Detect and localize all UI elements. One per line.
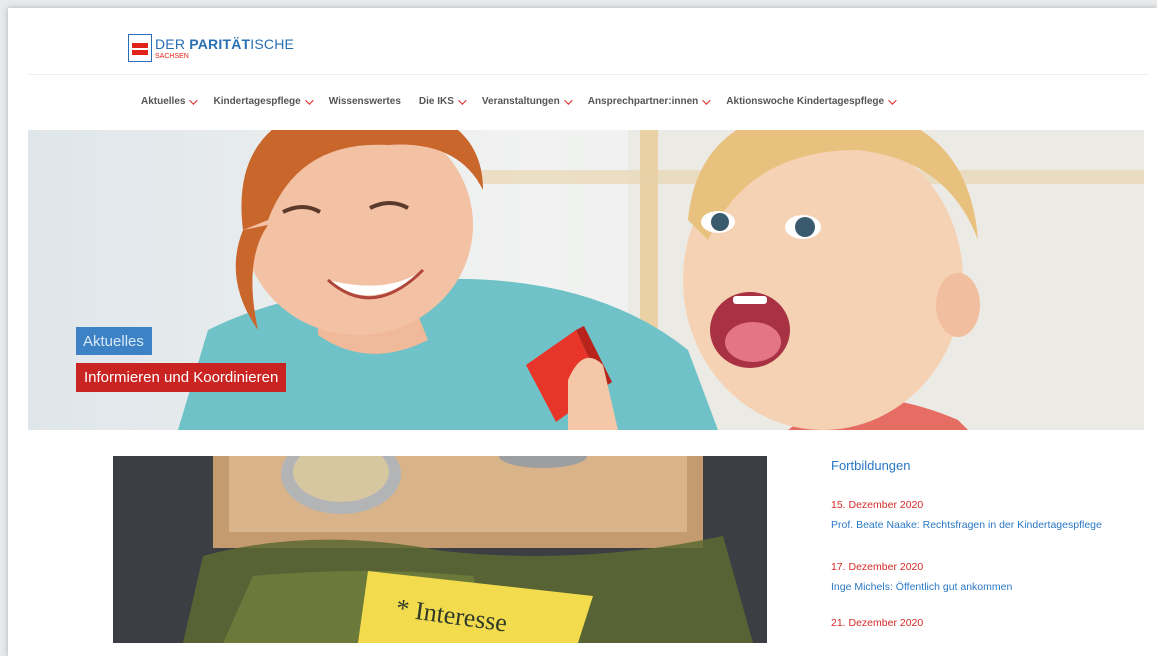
logo-wordmark: DER PARITÄTISCHE: [155, 35, 295, 52]
nav-item-aktionswoche[interactable]: Aktionswoche Kindertagespflege: [726, 95, 897, 107]
article-image[interactable]: * Interesse: [113, 456, 767, 643]
hero-headline: Informieren und Koordinieren: [76, 363, 287, 392]
event-date: 21. Dezember 2020: [831, 617, 924, 629]
chevron-down-icon: [888, 95, 897, 105]
nav-item-ansprechpartner[interactable]: Ansprechpartner:innen: [588, 95, 711, 107]
hero-banner: Aktuelles Informieren und Koordinieren: [28, 130, 1144, 430]
event-date: 15. Dezember 2020: [831, 499, 924, 511]
hero-category-tag[interactable]: Aktuelles: [76, 327, 152, 355]
event-link[interactable]: Prof. Beate Naake: Rechtsfragen in der K…: [831, 517, 1131, 533]
main-navigation: Aktuelles Kindertagespflege Wissenswerte…: [141, 95, 912, 107]
nav-item-die-iks[interactable]: Die IKS: [419, 95, 467, 107]
chevron-down-icon: [304, 95, 314, 105]
nav-item-aktuelles[interactable]: Aktuelles: [141, 95, 199, 107]
page: DER PARITÄTISCHE SACHSEN Aktuelles Kinde…: [8, 8, 1157, 656]
chevron-down-icon: [702, 95, 711, 105]
chevron-down-icon: [189, 95, 199, 105]
nav-item-veranstaltungen[interactable]: Veranstaltungen: [482, 95, 573, 107]
logo-region: SACHSEN: [155, 52, 189, 60]
chevron-down-icon: [458, 95, 467, 105]
chevron-down-icon: [563, 95, 573, 105]
article-photo: * Interesse: [113, 456, 767, 643]
event-link[interactable]: Inge Michels: Öffentlich gut ankommen: [831, 579, 1131, 595]
sidebar-title: Fortbildungen: [831, 458, 911, 473]
nav-item-wissenswertes[interactable]: Wissenswertes: [329, 96, 401, 107]
sidebar-events: Fortbildungen 15. Dezember 2020 Prof. Be…: [831, 456, 1131, 635]
header-divider: [28, 74, 1149, 75]
site-logo[interactable]: DER PARITÄTISCHE SACHSEN: [128, 32, 294, 64]
nav-item-kindertagespflege[interactable]: Kindertagespflege: [213, 95, 314, 107]
logo-mark-icon: [128, 34, 152, 62]
event-date: 17. Dezember 2020: [831, 561, 924, 573]
